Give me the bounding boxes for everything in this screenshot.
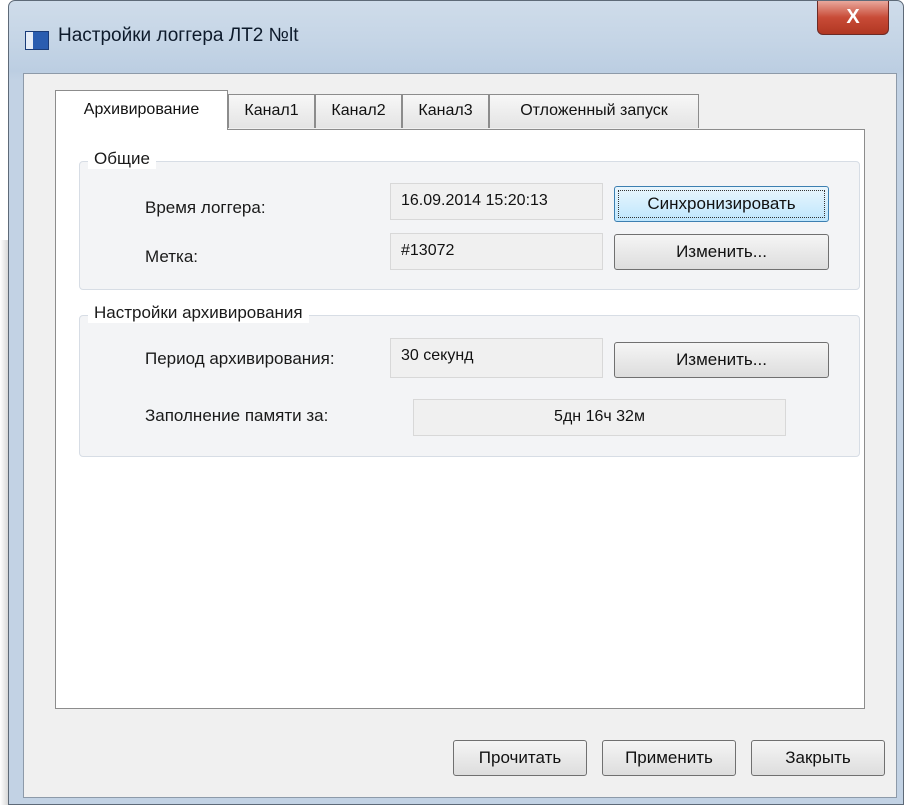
memory-fill-field: 5дн 16ч 32м	[413, 399, 786, 436]
logger-time-field: 16.09.2014 15:20:13	[390, 183, 603, 220]
tab-archiving[interactable]: Архивирование	[55, 90, 228, 130]
tab-channel2[interactable]: Канал2	[315, 94, 402, 128]
dialog-client-area: Архивирование Канал1 Канал2 Канал3 Отлож…	[23, 73, 897, 798]
archiving-settings-group: Настройки архивирования Период архивиров…	[79, 303, 860, 457]
window-shadow	[0, 240, 8, 805]
tab-channel3[interactable]: Канал3	[402, 94, 489, 128]
synchronize-button[interactable]: Синхронизировать	[614, 186, 829, 222]
memory-fill-label: Заполнение памяти за:	[145, 406, 329, 425]
tab-channel1[interactable]: Канал1	[228, 94, 315, 128]
tag-field: #13072	[390, 233, 603, 270]
window-title: Настройки логгера ЛТ2 №lt	[58, 25, 299, 46]
change-tag-button[interactable]: Изменить...	[614, 234, 829, 270]
settings-window: Настройки логгера ЛТ2 №lt X Архивировани…	[8, 0, 904, 805]
general-group-title: Общие	[88, 149, 156, 169]
archiving-period-field: 30 секунд	[390, 338, 603, 378]
apply-button[interactable]: Применить	[602, 740, 736, 776]
tab-delayed-start[interactable]: Отложенный запуск	[489, 94, 699, 128]
archiving-tab-panel: Общие Время логгера: 16.09.2014 15:20:13…	[55, 129, 865, 709]
read-button[interactable]: Прочитать	[453, 740, 587, 776]
general-group: Общие Время логгера: 16.09.2014 15:20:13…	[79, 149, 860, 290]
close-window-button[interactable]: X	[817, 1, 889, 35]
archiving-period-label: Период архивирования:	[145, 349, 335, 368]
archiving-group-title: Настройки архивирования	[88, 303, 309, 323]
tag-label: Метка:	[145, 247, 199, 266]
change-period-button[interactable]: Изменить...	[614, 342, 829, 378]
close-button[interactable]: Закрыть	[751, 740, 885, 776]
logger-time-label: Время логгера:	[145, 198, 266, 217]
title-bar: Настройки логгера ЛТ2 №lt X	[9, 1, 903, 73]
app-window-icon	[25, 31, 49, 50]
